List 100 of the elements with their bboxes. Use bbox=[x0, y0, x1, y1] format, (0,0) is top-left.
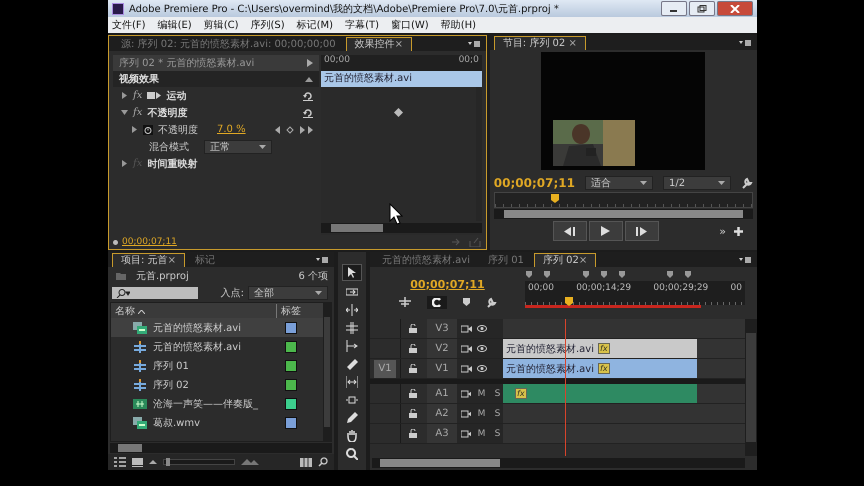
stopwatch-icon[interactable] bbox=[143, 124, 153, 134]
lock-icon[interactable] bbox=[409, 389, 417, 398]
scroll-bar[interactable] bbox=[323, 303, 331, 441]
label-color-swatch[interactable] bbox=[285, 322, 297, 334]
marker-icon[interactable] bbox=[684, 271, 690, 278]
nest-icon[interactable] bbox=[398, 297, 410, 307]
panel-tab[interactable]: 元首的愤怒素材.avi bbox=[374, 254, 478, 267]
scroll-bar[interactable] bbox=[110, 443, 332, 453]
list-view-icon[interactable] bbox=[114, 457, 126, 467]
disclosure-triangle-icon[interactable] bbox=[131, 126, 138, 133]
camera-icon[interactable] bbox=[461, 324, 472, 332]
audio-clip[interactable]: fx bbox=[503, 384, 697, 403]
scroll-bar[interactable] bbox=[745, 319, 757, 456]
panel-menu-icon[interactable] bbox=[739, 257, 751, 263]
label-color-swatch[interactable] bbox=[285, 340, 297, 352]
timecode[interactable]: 00;00;07;11 bbox=[410, 278, 485, 290]
label-color-swatch[interactable] bbox=[285, 378, 297, 390]
track-name[interactable]: V3 bbox=[427, 319, 457, 338]
project-item[interactable]: 元首的愤怒素材.avi bbox=[111, 318, 323, 337]
timecode[interactable]: 00;00;07;11 bbox=[122, 237, 177, 247]
close-button[interactable] bbox=[717, 1, 753, 16]
step-forward-button[interactable] bbox=[624, 221, 659, 241]
track-name[interactable]: V1 bbox=[427, 359, 457, 378]
disclosure-triangle-icon[interactable] bbox=[121, 92, 128, 99]
playhead-icon[interactable] bbox=[551, 194, 560, 203]
scroll-bar[interactable] bbox=[494, 209, 753, 219]
menu-item[interactable]: 窗口(W) bbox=[391, 18, 429, 32]
fx-label[interactable]: fx bbox=[133, 90, 142, 101]
settings-icon[interactable] bbox=[486, 296, 496, 308]
search-field[interactable] bbox=[112, 287, 198, 299]
marker-icon[interactable] bbox=[600, 271, 607, 278]
selection-tool-icon[interactable] bbox=[342, 264, 362, 281]
track-name[interactable]: A1 bbox=[427, 384, 457, 403]
eye-icon[interactable] bbox=[477, 325, 487, 332]
time-ruler[interactable]: 00;00 00;0 bbox=[321, 55, 482, 71]
camera-icon[interactable] bbox=[461, 344, 472, 352]
panel-tab[interactable]: 序列 02× bbox=[534, 253, 596, 267]
lock-icon[interactable] bbox=[409, 344, 417, 353]
snap-button[interactable] bbox=[426, 296, 446, 308]
solo-button[interactable]: S bbox=[492, 388, 503, 398]
project-item[interactable]: 序列 01 bbox=[111, 356, 323, 375]
menu-item[interactable]: 帮助(H) bbox=[440, 18, 476, 32]
camera-icon[interactable] bbox=[461, 364, 472, 372]
mute-button[interactable]: M bbox=[476, 388, 488, 398]
zoom-slider[interactable] bbox=[163, 459, 235, 465]
playhead-icon[interactable] bbox=[564, 297, 573, 306]
fx-label[interactable]: fx bbox=[133, 107, 142, 118]
marker-icon[interactable] bbox=[666, 271, 673, 278]
menu-item[interactable]: 编辑(E) bbox=[158, 18, 192, 32]
disclosure-triangle-icon[interactable] bbox=[121, 109, 128, 116]
marker-icon[interactable] bbox=[526, 271, 532, 278]
lock-icon[interactable] bbox=[409, 324, 417, 333]
rolling-edit-icon[interactable] bbox=[343, 320, 361, 335]
fx-badge[interactable]: fx bbox=[598, 363, 610, 374]
step-back-button[interactable] bbox=[552, 221, 587, 241]
lock-icon[interactable] bbox=[409, 429, 417, 438]
panel-menu-icon[interactable] bbox=[739, 40, 751, 46]
scroll-thumb[interactable] bbox=[746, 333, 756, 442]
scroll-thumb[interactable] bbox=[324, 317, 330, 427]
label-color-swatch[interactable] bbox=[285, 398, 297, 410]
param-value[interactable]: 7.0 % bbox=[217, 124, 246, 135]
menu-item[interactable]: 文件(F) bbox=[112, 18, 146, 32]
mute-button[interactable]: M bbox=[476, 408, 488, 418]
eye-icon[interactable] bbox=[477, 345, 487, 352]
column-header[interactable]: 名称 bbox=[111, 304, 276, 318]
timecode[interactable]: 00;00;07;11 bbox=[494, 176, 575, 190]
play-icon[interactable] bbox=[307, 59, 313, 67]
menu-item[interactable]: 标记(M) bbox=[296, 18, 334, 32]
in-point-dropdown[interactable]: 全部 bbox=[248, 286, 328, 300]
panel-menu-icon[interactable] bbox=[468, 41, 480, 47]
panel-tab[interactable]: 节目: 序列 02 × bbox=[494, 36, 586, 50]
fx-badge[interactable]: fx bbox=[515, 388, 527, 399]
track-name[interactable]: A3 bbox=[427, 424, 457, 443]
panel-tab[interactable]: 项目: 元首× bbox=[112, 253, 185, 267]
scroll-bar[interactable] bbox=[372, 458, 745, 468]
scroll-thumb[interactable] bbox=[504, 210, 743, 218]
label-color-swatch[interactable] bbox=[285, 360, 297, 372]
slip-icon[interactable] bbox=[343, 374, 361, 389]
settings-icon[interactable] bbox=[741, 177, 753, 189]
collapse-icon[interactable] bbox=[305, 76, 313, 82]
mute-button[interactable]: M bbox=[476, 428, 488, 438]
label-color-swatch[interactable] bbox=[285, 416, 297, 428]
marker-icon[interactable] bbox=[544, 271, 550, 278]
marker-icon[interactable] bbox=[462, 298, 470, 306]
search-icon[interactable] bbox=[318, 457, 328, 467]
play-button[interactable] bbox=[588, 221, 623, 241]
project-item[interactable]: 元首的愤怒素材.avi bbox=[111, 337, 323, 356]
scroll-bar[interactable] bbox=[321, 223, 482, 233]
eye-icon[interactable] bbox=[477, 365, 487, 372]
menu-item[interactable]: 剪辑(C) bbox=[204, 18, 238, 32]
panel-menu-icon[interactable] bbox=[316, 257, 328, 263]
fx-badge[interactable]: fx bbox=[598, 343, 610, 354]
lock-icon[interactable] bbox=[409, 364, 417, 373]
restore-button[interactable] bbox=[689, 1, 715, 16]
blend-mode-dropdown[interactable]: 正常 bbox=[204, 140, 272, 154]
lock-icon[interactable] bbox=[409, 409, 417, 418]
scroll-thumb[interactable] bbox=[380, 459, 500, 467]
project-item[interactable]: 葛叔.wmv bbox=[111, 413, 323, 432]
bin-icon[interactable] bbox=[300, 458, 312, 466]
time-ruler[interactable]: 00;00 00;00;14;29 00;00;29;29 00 bbox=[525, 267, 745, 319]
